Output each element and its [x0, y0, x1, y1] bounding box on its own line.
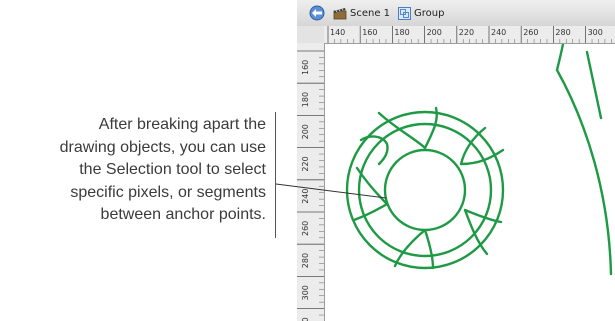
ruler-tick-label: 240: [491, 28, 506, 37]
vertical-ruler[interactable]: 160 180 200 220 240 260 280 300 320: [297, 43, 325, 321]
ruler-tick-label: 240: [301, 189, 310, 204]
ruler-tick-label: 160: [362, 28, 377, 37]
ruler-tick-label: 280: [301, 253, 310, 268]
ruler-tick-label: 180: [301, 92, 310, 107]
ruler-tick-label: 180: [394, 28, 409, 37]
inner-circle-shape: [383, 148, 467, 232]
curve-segment: [555, 68, 613, 276]
ruler-tick-label: 260: [301, 221, 310, 236]
stroke-segment: [555, 42, 565, 72]
edit-bar: Scene 1 Group: [297, 0, 615, 27]
ruler-tick-label: 200: [427, 28, 442, 37]
callout-line: specific pixels, or segments: [70, 183, 266, 201]
ruler-tick-label: 300: [588, 28, 603, 37]
callout-line: between anchor points.: [100, 206, 266, 223]
group-icon: [398, 6, 412, 20]
scene-clapper-icon: [333, 7, 347, 19]
breadcrumb-group[interactable]: Group: [398, 6, 445, 20]
drawing-stage[interactable]: [325, 42, 615, 321]
back-arrow-icon: [309, 5, 325, 21]
swirl-segment: [463, 208, 503, 256]
ruler-corner: [297, 26, 325, 44]
breadcrumb-scene[interactable]: Scene 1: [333, 7, 390, 20]
vertical-ruler-scale: 160 180 200 220 240 260 280 300 320: [297, 50, 324, 321]
ruler-tick-label: 280: [555, 28, 570, 37]
breadcrumb-label: Scene 1: [350, 7, 391, 19]
ruler-tick-label: 140: [330, 28, 345, 37]
broken-apart-drawing: [345, 42, 613, 276]
callout-bar: [275, 112, 276, 238]
ruler-tick-label: 300: [301, 285, 310, 300]
ruler-tick-label: 320: [301, 317, 310, 321]
ruler-tick-label: 220: [301, 156, 310, 171]
swirl-segment: [393, 228, 435, 270]
callout-line: drawing objects, you can use: [59, 138, 266, 156]
ruler-tick-label: 220: [459, 28, 474, 37]
ruler-tick-label: 160: [301, 60, 310, 75]
horizontal-ruler-scale: 1401601802002202402602803003: [327, 26, 612, 43]
stroke-segment: [585, 50, 603, 120]
horizontal-ruler[interactable]: 1401601802002202402602803003: [324, 26, 615, 44]
callout-text: After breaking apart the drawing objects…: [0, 114, 266, 227]
callout-line: the Selection tool to select: [79, 161, 266, 178]
flash-stage-window: Scene 1 Group 140 160 180 200 220 240 260 280 30…: [297, 0, 615, 321]
ruler-tick-label: 260: [523, 28, 538, 37]
breadcrumb-label: Group: [414, 7, 445, 19]
callout-line: After breaking apart the: [98, 116, 266, 133]
ruler-tick-label: 200: [301, 124, 310, 139]
back-arrow-button[interactable]: [309, 5, 325, 21]
